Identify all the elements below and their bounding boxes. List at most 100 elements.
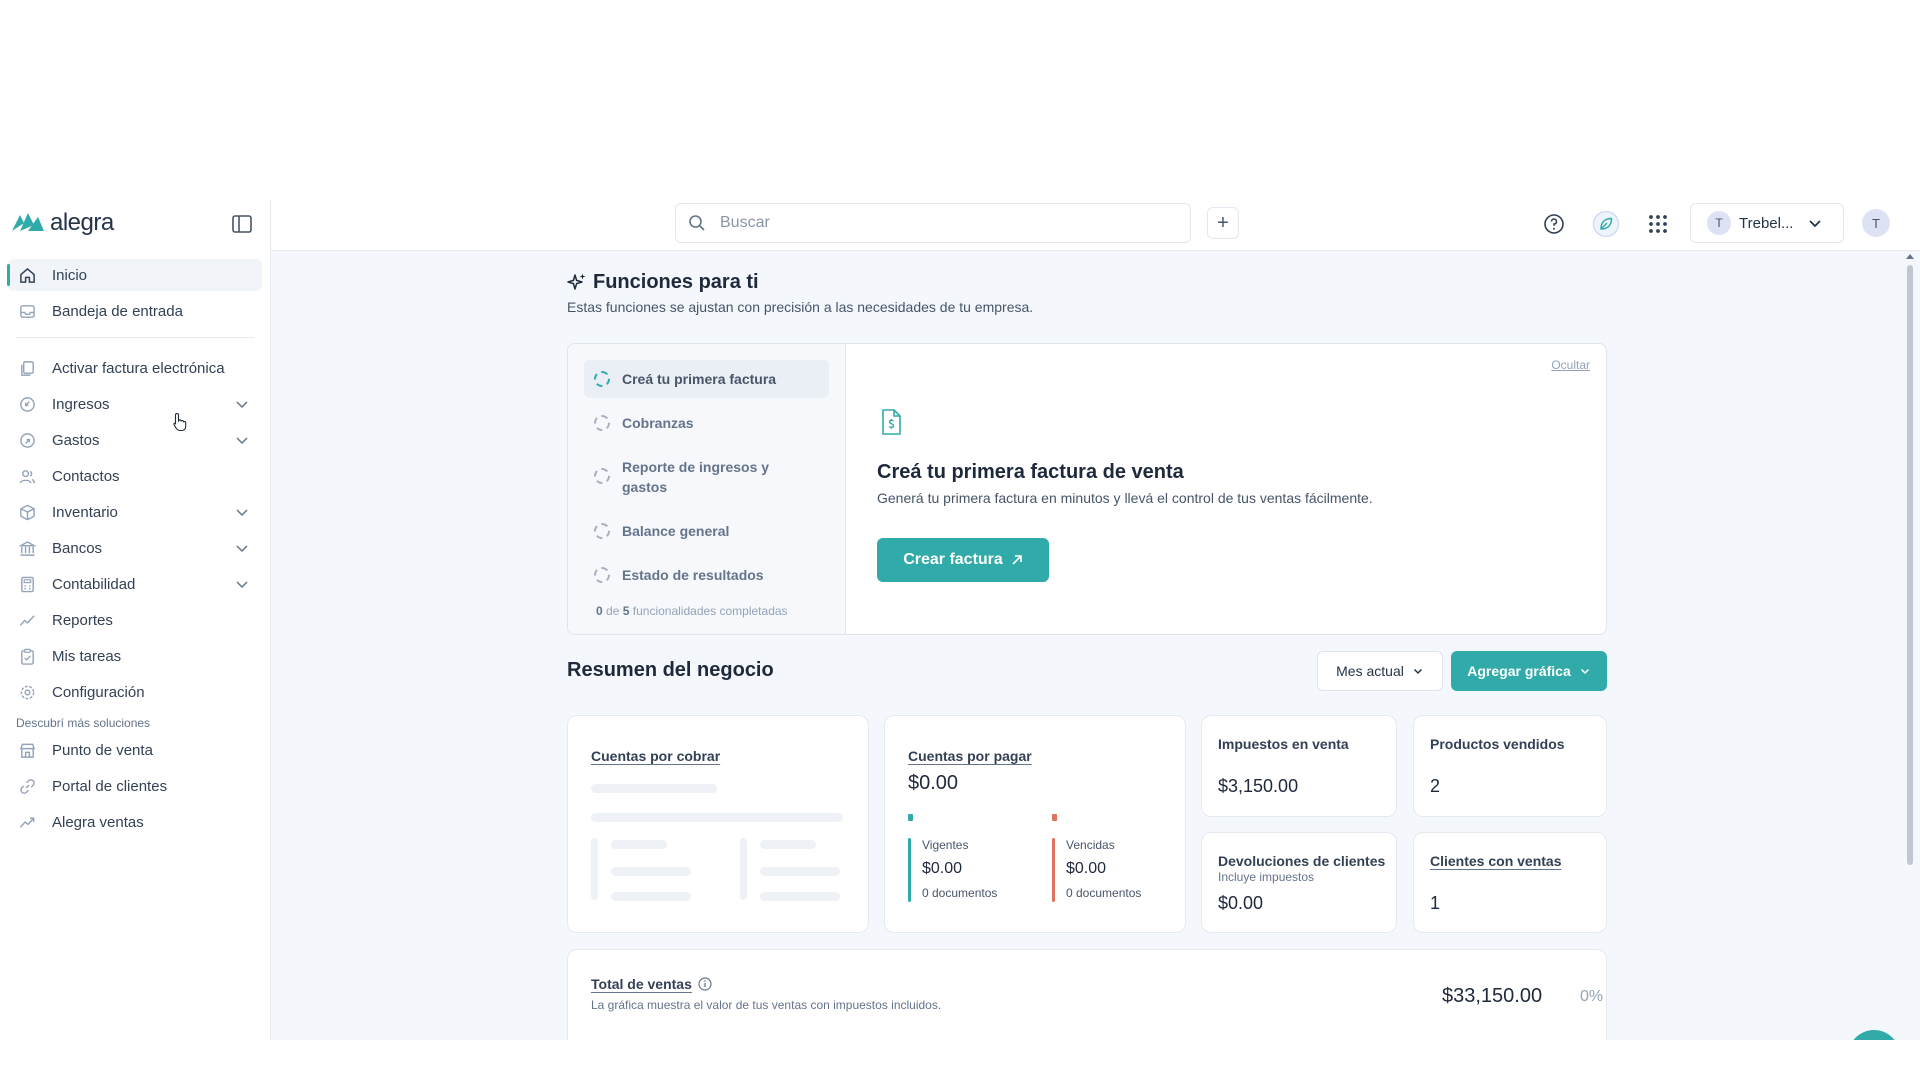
search-icon	[689, 215, 705, 231]
sidebar-item-bandeja[interactable]: Bandeja de entrada	[8, 295, 262, 327]
scroll-up-arrow-icon[interactable]	[1906, 253, 1914, 261]
skeleton-line	[611, 867, 691, 876]
sidebar-item-portal-de-clientes[interactable]: Portal de clientes	[8, 770, 262, 802]
period-label: Mes actual	[1336, 663, 1404, 679]
sidebar-item-punto-de-venta[interactable]: Punto de venta	[8, 734, 262, 766]
sidebar-item-label: Ingresos	[52, 395, 110, 413]
overdue-value: $0.00	[1066, 860, 1107, 877]
sidebar-item-alegra-ventas[interactable]: Alegra ventas	[8, 806, 262, 838]
sales-tax-label: Impuestos en venta	[1218, 736, 1349, 752]
sidebar-item-ingresos[interactable]: Ingresos	[8, 388, 262, 420]
chevron-down-icon[interactable]	[234, 432, 250, 448]
sidebar-item-contactos[interactable]: Contactos	[8, 460, 262, 492]
functions-title: Funciones para ti	[567, 269, 1607, 295]
chevron-down-icon[interactable]	[234, 540, 250, 556]
hide-link[interactable]: Ocultar	[1551, 358, 1590, 372]
returns-note: Incluye impuestos	[1218, 870, 1315, 884]
total-sales-label[interactable]: Total de ventas	[591, 976, 692, 992]
receivable-card[interactable]: Cuentas por cobrar	[567, 715, 869, 933]
apps-menu-button[interactable]	[1644, 210, 1672, 238]
sidebar-item-reportes[interactable]: Reportes	[8, 604, 262, 636]
chevron-down-icon[interactable]	[234, 396, 250, 412]
logo-text: alegra	[50, 209, 114, 236]
overdue-docs: 0 documentos	[1066, 886, 1142, 900]
leaf-icon	[1592, 210, 1620, 238]
collapse-sidebar-button[interactable]	[230, 212, 254, 236]
sidebar-item-inventario[interactable]: Inventario	[8, 496, 262, 528]
step-item[interactable]: Estado de resultados	[584, 556, 829, 594]
sidebar-item-configuracion[interactable]: Configuración	[8, 676, 262, 708]
onboarding-steps: Creá tu primera factura Cobranzas Report…	[568, 344, 846, 634]
sidebar-item-label: Mis tareas	[52, 647, 122, 665]
clients-label[interactable]: Clientes con ventas	[1430, 853, 1562, 869]
chevron-down-icon[interactable]	[234, 504, 250, 520]
gear-icon	[18, 683, 36, 701]
help-button[interactable]	[1540, 210, 1568, 238]
search-input[interactable]: Buscar	[675, 203, 1191, 243]
sidebar-toggle-icon	[232, 215, 252, 233]
sales-tax-card[interactable]: Impuestos en venta $3,150.00	[1201, 715, 1397, 817]
step-detail-subtitle: Generá tu primera factura en minutos y l…	[877, 490, 1373, 506]
bank-icon	[18, 539, 36, 557]
sidebar-item-factura-electronica[interactable]: Activar factura electrónica	[8, 352, 262, 384]
sidebar-item-mis-tareas[interactable]: Mis tareas	[8, 640, 262, 672]
receivable-label[interactable]: Cuentas por cobrar	[591, 748, 720, 764]
trend-icon	[18, 813, 36, 831]
top-bar: Buscar + T Trebel... T	[0, 200, 1920, 251]
calculator-icon	[18, 575, 36, 593]
sidebar-item-label: Gastos	[52, 431, 100, 449]
total-sales-value: $33,150.00	[1442, 985, 1543, 1007]
screen-bottom-area	[0, 1040, 1920, 1080]
step-status-icon	[594, 415, 610, 431]
link-icon	[18, 777, 36, 795]
assistant-button[interactable]	[1592, 210, 1620, 238]
sidebar-item-inicio[interactable]: Inicio	[7, 259, 262, 291]
sidebar-item-bancos[interactable]: Bancos	[8, 532, 262, 564]
step-item[interactable]: Reporte de ingresos y gastos	[584, 448, 829, 506]
sidebar-item-gastos[interactable]: Gastos	[8, 424, 262, 456]
clients-card[interactable]: Clientes con ventas 1	[1413, 832, 1607, 933]
overdue-indicator	[1052, 814, 1057, 821]
sidebar-item-label: Alegra ventas	[52, 813, 144, 831]
progress-total: 5	[622, 604, 630, 618]
alegra-logo[interactable]: alegra	[10, 208, 114, 238]
add-chart-button[interactable]: Agregar gráfica	[1451, 651, 1607, 691]
skeleton-line	[611, 840, 667, 849]
payable-label[interactable]: Cuentas por pagar	[908, 748, 1032, 764]
step-item[interactable]: Creá tu primera factura	[584, 360, 829, 398]
current-docs: 0 documentos	[922, 886, 998, 900]
clients-value: 1	[1430, 893, 1441, 913]
products-sold-value: 2	[1430, 776, 1441, 796]
chevron-down-icon[interactable]	[234, 576, 250, 592]
returns-label: Devoluciones de clientes	[1218, 853, 1386, 869]
company-selector[interactable]: T Trebel...	[1690, 203, 1844, 243]
step-item[interactable]: Balance general	[584, 512, 829, 550]
info-icon[interactable]	[698, 977, 712, 991]
home-icon	[18, 266, 36, 284]
add-new-button[interactable]: +	[1207, 207, 1239, 239]
sidebar-item-label: Reportes	[52, 611, 113, 629]
products-sold-card[interactable]: Productos vendidos 2	[1413, 715, 1607, 817]
skeleton-bar	[740, 838, 747, 900]
sidebar-item-label: Configuración	[52, 683, 145, 701]
sales-tax-value: $3,150.00	[1218, 776, 1299, 796]
scrollbar-thumb[interactable]	[1907, 265, 1913, 865]
arrow-up-right-icon	[1012, 555, 1022, 565]
total-sales-note: La gráfica muestra el valor de tus venta…	[591, 998, 942, 1012]
company-avatar: T	[1707, 211, 1731, 235]
payable-card[interactable]: Cuentas por pagar $0.00 Vigentes $0.00 0…	[884, 715, 1186, 933]
period-selector[interactable]: Mes actual	[1317, 651, 1443, 691]
user-avatar[interactable]: T	[1862, 209, 1890, 237]
sparkles-icon	[567, 273, 586, 290]
step-item[interactable]: Cobranzas	[584, 404, 829, 442]
returns-card[interactable]: Devoluciones de clientes Incluye impuest…	[1201, 832, 1397, 933]
step-status-icon	[594, 468, 610, 484]
grid-icon	[1649, 215, 1667, 233]
company-name: Trebel...	[1739, 214, 1794, 232]
sidebar-item-label: Bandeja de entrada	[52, 302, 183, 320]
progress-of: de	[606, 604, 620, 618]
main-scrollbar[interactable]	[1906, 251, 1914, 1040]
sidebar-item-contabilidad[interactable]: Contabilidad	[8, 568, 262, 600]
products-sold-label: Productos vendidos	[1430, 736, 1565, 752]
create-invoice-button[interactable]: Crear factura	[877, 538, 1049, 582]
